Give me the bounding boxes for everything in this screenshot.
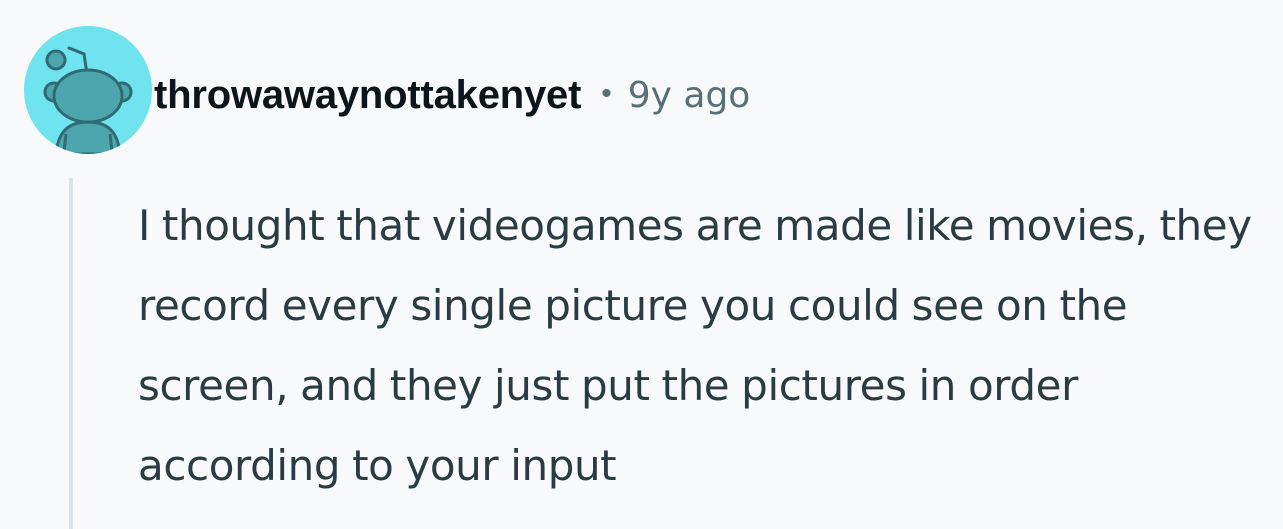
snoo-avatar-icon [24, 26, 152, 154]
comment-container: throwawaynottakenyet • 9y ago I thought … [0, 0, 1283, 529]
comment-meta: throwawaynottakenyet • 9y ago [154, 70, 750, 120]
comment-timestamp[interactable]: 9y ago [628, 75, 751, 116]
user-avatar[interactable] [24, 26, 152, 154]
comment-body: I thought that videogames are made like … [138, 201, 1252, 490]
username-link[interactable]: throwawaynottakenyet [154, 73, 581, 118]
thread-line[interactable] [69, 178, 73, 529]
meta-separator: • [601, 77, 612, 110]
